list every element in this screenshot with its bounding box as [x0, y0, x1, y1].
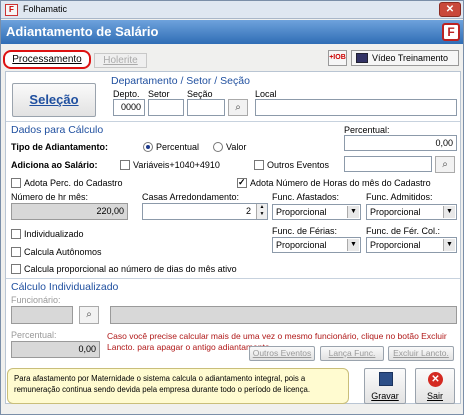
info-note: Para afastamento por Maternidade o siste…	[7, 368, 349, 404]
page-title: Adiantamento de Salário	[6, 24, 159, 39]
video-training-button[interactable]: Vídeo Treinamento	[351, 50, 459, 66]
func-admitidos-label: Func. Admitidos:	[366, 192, 433, 202]
setor-label: Setor	[148, 89, 170, 99]
department-group-title: Departamento / Setor / Seção	[111, 75, 250, 87]
individual-percentual-input: 0,00	[11, 341, 100, 358]
selecao-button[interactable]: Seleção	[12, 83, 96, 117]
page-header: Adiantamento de Salário F	[1, 20, 463, 44]
percentual-label: Percentual:	[344, 125, 390, 135]
func-afastados-value: Proporcional	[276, 207, 327, 217]
excluir-lancto-button[interactable]: Excluir Lancto.	[388, 346, 454, 361]
func-ferias-select[interactable]: Proporcional ▼	[272, 237, 361, 253]
outros-eventos-button[interactable]: Outros Eventos	[249, 346, 315, 361]
sair-label: Sair	[426, 391, 443, 401]
individualizado-label: Individualizado	[24, 229, 84, 239]
adota-perc-label: Adota Perc. do Cadastro	[24, 178, 123, 188]
iob-button[interactable]: +IOB	[328, 50, 347, 66]
variaveis-label: Variáveis+1040+4910	[133, 160, 220, 170]
func-ferias-value: Proporcional	[276, 240, 327, 250]
footer-bar: Para afastamento por Maternidade o siste…	[5, 366, 461, 406]
main-window: F Folhamatic ✕ Adiantamento de Salário F…	[0, 0, 464, 415]
outros-eventos-checkbox[interactable]	[254, 160, 264, 170]
processamento-panel: Seleção Departamento / Setor / Seção Dep…	[5, 71, 461, 404]
tab-holerite[interactable]: Holerite	[94, 53, 147, 68]
lanca-func-button[interactable]: Lança Func.	[320, 346, 384, 361]
funcionario-label: Funcionário:	[11, 295, 61, 305]
secao-input[interactable]	[187, 99, 225, 116]
adota-perc-checkbox[interactable]	[11, 178, 21, 188]
casas-value: 2	[245, 206, 251, 216]
func-admitidos-value: Proporcional	[370, 207, 421, 217]
func-ferias-col-select[interactable]: Proporcional ▼	[366, 237, 457, 253]
calcula-proporcional-label: Calcula proporcional ao número de dias d…	[24, 264, 237, 274]
save-icon	[379, 372, 393, 386]
gravar-label: Gravar	[371, 391, 399, 401]
casas-arredondamento-input[interactable]: 2	[142, 203, 268, 220]
divider	[6, 121, 460, 122]
func-afastados-select[interactable]: Proporcional ▼	[272, 204, 361, 220]
gravar-button[interactable]: Gravar	[364, 368, 406, 404]
sair-button[interactable]: ✕ Sair	[415, 368, 455, 404]
search-funcionario-icon: ⌕	[79, 306, 99, 324]
depto-input[interactable]: 0000	[113, 99, 145, 116]
chevron-down-icon: ▼	[443, 239, 455, 251]
divider	[6, 278, 460, 279]
exit-icon: ✕	[428, 372, 443, 387]
chevron-down-icon: ▼	[347, 206, 359, 218]
local-label: Local	[255, 89, 277, 99]
func-ferias-col-value: Proporcional	[370, 240, 421, 250]
casas-spinner[interactable]: ▲ ▼	[256, 204, 267, 219]
secao-label: Seção	[187, 89, 213, 99]
chevron-down-icon: ▼	[347, 239, 359, 251]
tipo-adiantamento-label: Tipo de Adiantamento:	[11, 142, 109, 152]
outros-eventos-input[interactable]	[344, 156, 432, 172]
logo-icon: F	[442, 23, 460, 41]
tab-strip: Processamento Holerite +IOB Vídeo Treina…	[1, 45, 463, 71]
video-icon	[356, 53, 368, 63]
variaveis-checkbox[interactable]	[120, 160, 130, 170]
video-training-label: Vídeo Treinamento	[372, 53, 449, 63]
window-title: Folhamatic	[23, 4, 68, 14]
func-ferias-label: Func. de Férias:	[272, 226, 338, 236]
funcionario-code-input	[11, 306, 73, 324]
tab-processamento[interactable]: Processamento	[3, 50, 91, 69]
func-afastados-label: Func. Afastados:	[272, 192, 340, 202]
percentual-radio[interactable]	[143, 142, 153, 152]
calcula-autonomos-checkbox[interactable]	[11, 247, 21, 257]
calcula-proporcional-checkbox[interactable]	[11, 264, 21, 274]
outros-eventos-label: Outros Eventos	[267, 160, 330, 170]
percentual-input[interactable]: 0,00	[344, 135, 457, 151]
casas-arredondamento-label: Casas Arredondamento:	[142, 192, 240, 202]
individual-percentual-label: Percentual:	[11, 330, 57, 340]
search-department-icon[interactable]: ⌕	[228, 99, 248, 116]
horas-mes-input: 220,00	[11, 203, 128, 220]
depto-label: Depto.	[113, 89, 140, 99]
chevron-down-icon: ▼	[443, 206, 455, 218]
horas-mes-label: Número de hr mês:	[11, 192, 89, 202]
adiciona-salario-label: Adiciona ao Salário:	[11, 160, 98, 170]
calcula-autonomos-label: Calcula Autônomos	[24, 247, 102, 257]
adota-horas-checkbox[interactable]	[237, 177, 247, 188]
title-bar: F Folhamatic ✕	[1, 1, 463, 19]
setor-input[interactable]	[148, 99, 184, 116]
funcionario-name-input	[110, 306, 457, 324]
calc-section-title: Dados para Cálculo	[11, 124, 104, 136]
local-input[interactable]	[255, 99, 457, 116]
search-eventos-icon[interactable]: ⌕	[435, 156, 455, 173]
close-button[interactable]: ✕	[439, 2, 461, 17]
app-icon: F	[5, 4, 18, 16]
valor-option-label: Valor	[226, 142, 247, 152]
valor-radio[interactable]	[213, 142, 223, 152]
func-admitidos-select[interactable]: Proporcional ▼	[366, 204, 457, 220]
func-ferias-col-label: Func. de Fér. Col.:	[366, 226, 441, 236]
adota-horas-label: Adota Número de Horas do mês do Cadastro	[250, 178, 431, 188]
individualizado-checkbox[interactable]	[11, 229, 21, 239]
individual-section-title: Cálculo Individualizado	[11, 281, 119, 293]
percentual-option-label: Percentual	[156, 142, 200, 152]
